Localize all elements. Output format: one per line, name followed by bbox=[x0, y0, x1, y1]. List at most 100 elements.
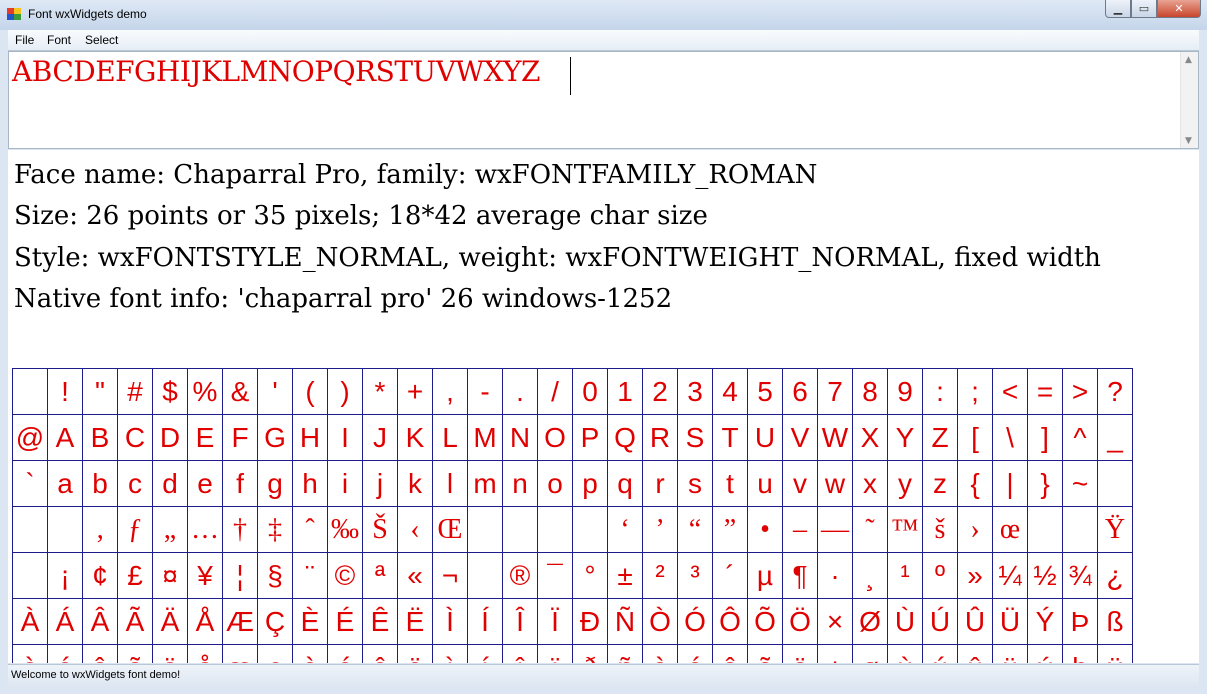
charmap-cell: U bbox=[747, 414, 783, 461]
maximize-icon: ▭ bbox=[1138, 2, 1150, 15]
charmap-cell: G bbox=[257, 414, 293, 461]
charmap-cell: Æ bbox=[222, 598, 258, 645]
charmap-cell: × bbox=[817, 598, 853, 645]
charmap-cell: A bbox=[47, 414, 83, 461]
charmap-cell: ‰ bbox=[327, 506, 363, 553]
charmap-cell: õ bbox=[747, 644, 783, 663]
charmap-cell: ¶ bbox=[782, 552, 818, 599]
charmap-cell: ø bbox=[852, 644, 888, 663]
charmap-cell: ? bbox=[1097, 368, 1133, 415]
charmap-cell: £ bbox=[117, 552, 153, 599]
charmap-cell: ç bbox=[257, 644, 293, 663]
charmap-cell: ¸ bbox=[852, 552, 888, 599]
charmap-cell: ï bbox=[537, 644, 573, 663]
charmap-cell: X bbox=[852, 414, 888, 461]
charmap-cell: © bbox=[327, 552, 363, 599]
charmap-cell: Ù bbox=[887, 598, 923, 645]
charmap-cell: Ã bbox=[117, 598, 153, 645]
charmap-cell: Ý bbox=[1027, 598, 1063, 645]
app-icon[interactable] bbox=[7, 8, 21, 20]
title-bar[interactable]: Font wxWidgets demo ▁ ▭ ✕ bbox=[0, 0, 1207, 30]
charmap-cell: @ bbox=[12, 414, 48, 461]
charmap-cell: À bbox=[12, 598, 48, 645]
charmap-cell: K bbox=[397, 414, 433, 461]
charmap-cell: ¤ bbox=[152, 552, 188, 599]
charmap-cell: D bbox=[152, 414, 188, 461]
charmap-cell: Ÿ bbox=[1097, 506, 1133, 553]
charmap-cell: ™ bbox=[887, 506, 923, 553]
font-canvas: Face name: Chaparral Pro, family: wxFONT… bbox=[8, 150, 1199, 663]
charmap-cell bbox=[537, 506, 573, 553]
charmap-cell: ß bbox=[1097, 598, 1133, 645]
charmap-cell: æ bbox=[222, 644, 258, 663]
charmap-cell: ) bbox=[327, 368, 363, 415]
charmap-cell: þ bbox=[1062, 644, 1098, 663]
text-caret bbox=[570, 57, 571, 95]
charmap-cell: & bbox=[222, 368, 258, 415]
charmap-cell: F bbox=[222, 414, 258, 461]
charmap-cell: § bbox=[257, 552, 293, 599]
charmap-cell: ¢ bbox=[82, 552, 118, 599]
charmap-cell: ~ bbox=[1062, 460, 1098, 507]
charmap-cell: “ bbox=[677, 506, 713, 553]
minimize-button[interactable]: ▁ bbox=[1105, 0, 1131, 18]
charmap-cell: h bbox=[292, 460, 328, 507]
maximize-button[interactable]: ▭ bbox=[1131, 0, 1157, 18]
charmap-cell: M bbox=[467, 414, 503, 461]
charmap-cell: ³ bbox=[677, 552, 713, 599]
charmap-cell: ì bbox=[432, 644, 468, 663]
charmap-cell: … bbox=[187, 506, 223, 553]
menu-file[interactable]: File bbox=[15, 33, 34, 47]
charmap-cell: o bbox=[537, 460, 573, 507]
charmap-cell: ú bbox=[922, 644, 958, 663]
close-button[interactable]: ✕ bbox=[1157, 0, 1201, 18]
charmap-cell: N bbox=[502, 414, 538, 461]
charmap-cell: < bbox=[992, 368, 1028, 415]
charmap-cell bbox=[12, 506, 48, 553]
charmap-cell: ¥ bbox=[187, 552, 223, 599]
charmap-cell: † bbox=[222, 506, 258, 553]
charmap-cell: T bbox=[712, 414, 748, 461]
scroll-down-icon[interactable]: ▼ bbox=[1185, 136, 1192, 146]
charmap-cell: , bbox=[432, 368, 468, 415]
scroll-up-icon[interactable]: ▲ bbox=[1185, 55, 1192, 65]
charmap-cell: ¦ bbox=[222, 552, 258, 599]
charmap-cell: · bbox=[817, 552, 853, 599]
charmap-cell: J bbox=[362, 414, 398, 461]
charmap-cell: à bbox=[12, 644, 48, 663]
charmap-cell: º bbox=[922, 552, 958, 599]
charmap-cell: — bbox=[817, 506, 853, 553]
charmap-cell: Ó bbox=[677, 598, 713, 645]
charmap-cell: ¿ bbox=[1097, 552, 1133, 599]
charmap-cell: Ì bbox=[432, 598, 468, 645]
charmap-cell: Š bbox=[362, 506, 398, 553]
charmap-cell: ( bbox=[292, 368, 328, 415]
charmap-cell: Ä bbox=[152, 598, 188, 645]
charmap-cell: Ú bbox=[922, 598, 958, 645]
charmap-cell: Ï bbox=[537, 598, 573, 645]
charmap-cell: ð bbox=[572, 644, 608, 663]
charmap-cell: 3 bbox=[677, 368, 713, 415]
charmap-cell: ã bbox=[117, 644, 153, 663]
charmap-cell: ¾ bbox=[1062, 552, 1098, 599]
charmap-cell: ˆ bbox=[292, 506, 328, 553]
textbox-scrollbar[interactable]: ▲ ▼ bbox=[1180, 52, 1198, 148]
window-controls: ▁ ▭ ✕ bbox=[1105, 0, 1201, 20]
charmap-cell: } bbox=[1027, 460, 1063, 507]
charmap-cell: œ bbox=[992, 506, 1028, 553]
charmap-row: @ A B C D E F G H I J K L M N O P Q R S T U V W X Y Z[\] ^ _ bbox=[12, 414, 1133, 461]
charmap-cell: ] bbox=[1027, 414, 1063, 461]
charmap-cell: a bbox=[47, 460, 83, 507]
charmap-cell: P bbox=[572, 414, 608, 461]
menu-select[interactable]: Select bbox=[85, 33, 118, 47]
charmap-cell: ë bbox=[397, 644, 433, 663]
charmap-cell: { bbox=[957, 460, 993, 507]
charmap-row: ` a b c d e f g h i j k l m n o p q r s t u v w x y z{|} ~ bbox=[12, 460, 1133, 507]
charmap-cell: L bbox=[432, 414, 468, 461]
charmap-cell: å bbox=[187, 644, 223, 663]
charmap-cell: ‡ bbox=[257, 506, 293, 553]
charmap-cell: ´ bbox=[712, 552, 748, 599]
charmap-cell bbox=[12, 368, 48, 415]
sample-text-input[interactable]: ABCDEFGHIJKLMNOPQRSTUVWXYZ ▲ ▼ bbox=[8, 51, 1199, 149]
menu-font[interactable]: Font bbox=[47, 33, 71, 47]
